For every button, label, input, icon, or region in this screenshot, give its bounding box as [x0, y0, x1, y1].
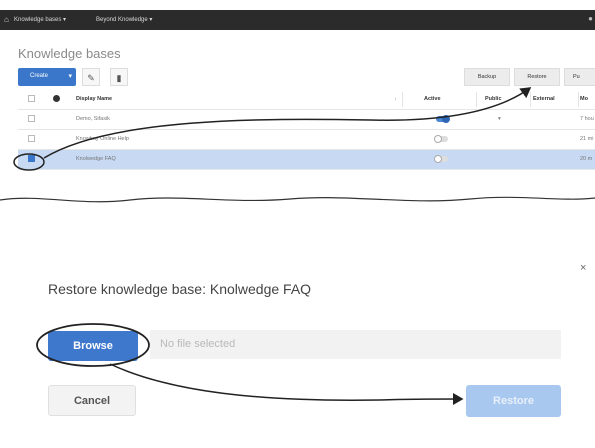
- highlight-circle-browse: [36, 323, 150, 367]
- annotation-arrow-to-restore-button: [109, 363, 464, 406]
- annotation-arrow-to-restore: [43, 87, 532, 159]
- annotation-overlay: [13, 87, 532, 406]
- highlight-circle-checkbox: [13, 153, 45, 171]
